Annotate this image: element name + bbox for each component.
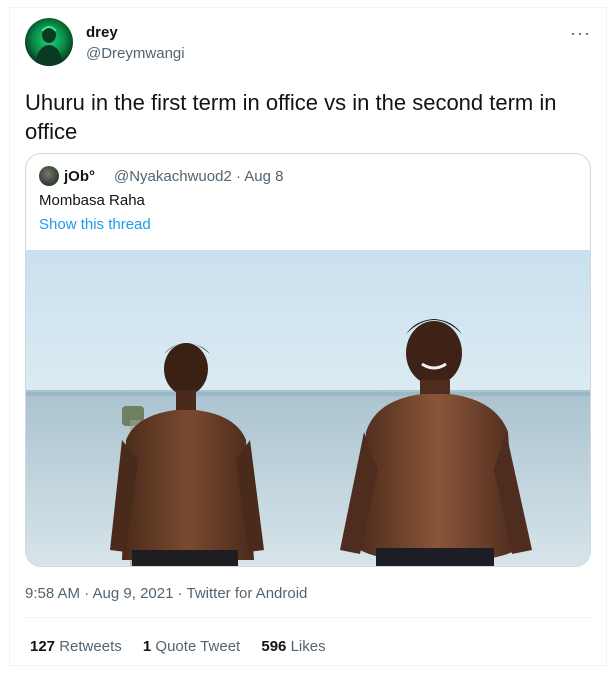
avatar-figure-icon — [35, 26, 63, 66]
tweet-timestamp[interactable]: 9:58 AM · Aug 9, 2021 · Twitter for Andr… — [25, 585, 307, 602]
likes-label: Likes — [290, 638, 326, 655]
quote-tweets-stat[interactable]: 1 Quote Tweet — [143, 638, 240, 655]
retweets-stat[interactable]: 127 Retweets — [30, 638, 122, 655]
author-display-name[interactable]: drey — [86, 24, 118, 41]
quoted-display-name[interactable]: jOb° — [64, 168, 95, 185]
quoted-avatar[interactable] — [39, 166, 59, 186]
quoted-tweet[interactable]: jOb° @Nyakachwuod2 · Aug 8 Mombasa Raha … — [25, 153, 591, 567]
show-thread-link[interactable]: Show this thread — [39, 216, 151, 233]
quoted-handle-date: @Nyakachwuod2 · Aug 8 — [114, 168, 284, 185]
quoted-text: Mombasa Raha — [39, 192, 145, 209]
engagement-stats: 127 Retweets 1 Quote Tweet 596 Likes — [30, 638, 343, 655]
quoted-photo[interactable] — [26, 250, 590, 567]
quotes-count: 1 — [142, 638, 152, 655]
retweets-label: Retweets — [59, 638, 122, 655]
likes-count: 596 — [261, 638, 287, 655]
author-handle[interactable]: @Dreymwangi — [86, 45, 185, 62]
likes-stat[interactable]: 596 Likes — [261, 638, 325, 655]
avatar[interactable] — [25, 18, 73, 66]
tweet-text: Uhuru in the first term in office vs in … — [25, 90, 557, 144]
quotes-label: Quote Tweet — [155, 638, 241, 655]
more-options-icon[interactable]: ··· — [570, 23, 591, 44]
retweets-count: 127 — [30, 638, 56, 655]
divider — [25, 617, 591, 618]
